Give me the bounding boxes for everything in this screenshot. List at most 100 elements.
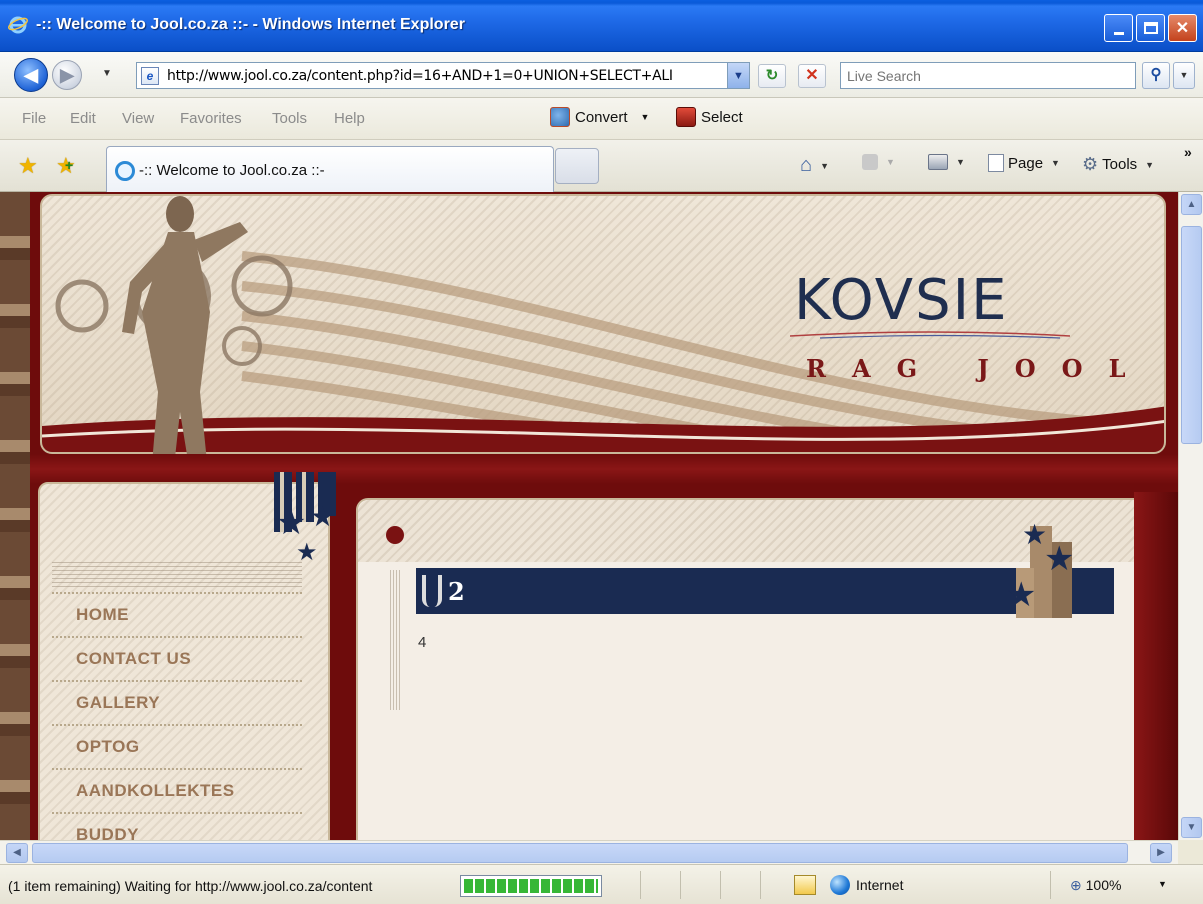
window-title: -:: Welcome to Jool.co.za ::- - Windows … bbox=[36, 16, 465, 33]
site-logo: KOVSIE bbox=[794, 268, 1009, 333]
page-menu-label: Page bbox=[1008, 154, 1044, 172]
zoom-dropdown-icon[interactable]: ▼ bbox=[1158, 879, 1167, 889]
tools-dropdown-icon: ▼ bbox=[1145, 159, 1155, 170]
menu-tools[interactable]: Tools bbox=[272, 110, 307, 127]
site-tagline: RAG JOOL bbox=[806, 354, 1152, 383]
menu-file[interactable]: File bbox=[22, 110, 46, 127]
address-bar[interactable]: e http://www.jool.co.za/content.php?id=1… bbox=[136, 62, 750, 89]
nav-item-buddy[interactable]: BUDDY bbox=[52, 812, 302, 840]
close-button[interactable]: ✕ bbox=[1168, 14, 1197, 42]
menu-bar: File Edit View Favorites Tools Help Conv… bbox=[0, 98, 1203, 140]
gear-icon: ⚙ bbox=[1082, 154, 1099, 174]
progress-fill bbox=[464, 879, 598, 893]
loading-progress-bar bbox=[460, 875, 602, 897]
maximize-button[interactable] bbox=[1136, 14, 1165, 42]
feeds-dropdown-icon: ▼ bbox=[886, 157, 895, 167]
protected-mode-icon[interactable] bbox=[794, 875, 816, 895]
status-divider bbox=[640, 871, 641, 899]
nav-item-gallery[interactable]: GALLERY bbox=[52, 680, 302, 724]
status-divider bbox=[760, 871, 761, 899]
search-box[interactable] bbox=[840, 62, 1136, 89]
tab-active[interactable]: -:: Welcome to Jool.co.za ::- bbox=[106, 146, 554, 192]
search-button[interactable]: ⚲ bbox=[1142, 62, 1170, 89]
more-commands-chevron-icon[interactable]: » bbox=[1184, 144, 1192, 160]
convert-dropdown-icon: ▼ bbox=[640, 112, 650, 122]
nav-item-home[interactable]: HOME bbox=[52, 592, 302, 636]
print-button[interactable]: ▼ bbox=[928, 154, 965, 170]
stop-button[interactable]: ✕ bbox=[798, 64, 826, 88]
menu-view[interactable]: View bbox=[122, 110, 154, 127]
page-viewport: KOVSIE RAG JOOL ★ ★ ★ HOME CONTACT US GA… bbox=[0, 192, 1178, 840]
add-to-favorites-button[interactable]: ★ + bbox=[56, 153, 76, 179]
nav-item-aandkollektes[interactable]: AANDKOLLEKTES bbox=[52, 768, 302, 812]
address-dropdown[interactable]: ▼ bbox=[727, 63, 749, 88]
address-url[interactable]: http://www.jool.co.za/content.php?id=16+… bbox=[167, 68, 723, 84]
home-icon: ⌂ bbox=[800, 154, 813, 176]
convert-label: Convert bbox=[575, 108, 628, 126]
title-bar: -:: Welcome to Jool.co.za ::- - Windows … bbox=[0, 0, 1203, 52]
search-input[interactable] bbox=[841, 63, 1135, 88]
curtain-decoration bbox=[1134, 492, 1178, 840]
forward-button[interactable]: ▶ bbox=[52, 60, 82, 90]
security-zone-label[interactable]: Internet bbox=[856, 877, 903, 893]
convert-icon bbox=[550, 107, 570, 127]
menu-favorites[interactable]: Favorites bbox=[180, 110, 242, 127]
select-label: Select bbox=[701, 108, 743, 126]
internet-zone-globe-icon bbox=[830, 875, 850, 895]
scroll-down-icon[interactable]: ▼ bbox=[1181, 817, 1202, 838]
feeds-button[interactable]: ▼ bbox=[862, 154, 895, 170]
select-icon bbox=[676, 107, 696, 127]
main-content-panel: 2 ★ ★ ★ 4 bbox=[356, 498, 1160, 840]
scroll-corner bbox=[1178, 840, 1203, 864]
loading-page-icon bbox=[115, 161, 135, 181]
bullet-dot-decoration bbox=[386, 526, 404, 544]
magnifier-icon: ⊕ bbox=[1070, 877, 1082, 893]
home-dropdown-icon: ▼ bbox=[820, 160, 830, 171]
jool-logo-icon bbox=[422, 575, 442, 607]
status-divider bbox=[720, 871, 721, 899]
forward-arrow-icon: ▶ bbox=[60, 64, 74, 85]
menu-edit[interactable]: Edit bbox=[70, 110, 96, 127]
page-dropdown-icon: ▼ bbox=[1051, 158, 1060, 168]
nav-menu: HOME CONTACT US GALLERY OPTOG AANDKOLLEK… bbox=[52, 592, 302, 840]
search-icon: ⚲ bbox=[1150, 66, 1162, 83]
vertical-scrollbar[interactable]: ▲ ▼ bbox=[1178, 192, 1203, 840]
new-tab-button[interactable] bbox=[555, 148, 599, 184]
scroll-left-icon[interactable]: ◀ bbox=[6, 843, 28, 863]
scroll-up-icon[interactable]: ▲ bbox=[1181, 194, 1202, 215]
favorites-center-button[interactable]: ★ bbox=[18, 153, 38, 179]
search-options-dropdown[interactable]: ▼ bbox=[1173, 62, 1195, 89]
fine-print-decoration bbox=[52, 562, 302, 588]
home-button[interactable]: ⌂ ▼ bbox=[800, 154, 829, 177]
horizontal-scrollbar[interactable]: ◀ ▶ bbox=[0, 840, 1178, 864]
vertical-scroll-thumb[interactable] bbox=[1181, 226, 1202, 444]
divider-band bbox=[30, 454, 1178, 484]
maximize-icon bbox=[1143, 22, 1158, 34]
minimize-button[interactable] bbox=[1104, 14, 1133, 42]
nav-item-contact-us[interactable]: CONTACT US bbox=[52, 636, 302, 680]
plus-icon: + bbox=[65, 157, 74, 173]
select-button[interactable]: Select bbox=[676, 107, 743, 127]
refresh-icon: ↻ bbox=[765, 67, 779, 84]
page-icon bbox=[988, 154, 1004, 172]
printer-icon bbox=[928, 154, 948, 170]
back-button[interactable]: ◀ bbox=[14, 58, 48, 92]
film-strip-decoration bbox=[0, 192, 30, 840]
tab-bar: ★ ★ + -:: Welcome to Jool.co.za ::- ⌂ ▼ ▼… bbox=[0, 140, 1203, 192]
logo-underline bbox=[790, 331, 1070, 339]
horizontal-scroll-thumb[interactable] bbox=[32, 843, 1128, 863]
nav-item-optog[interactable]: OPTOG bbox=[52, 724, 302, 768]
recent-pages-dropdown[interactable]: ▼ bbox=[102, 68, 112, 79]
scroll-right-icon[interactable]: ▶ bbox=[1150, 843, 1172, 863]
page-icon: e bbox=[141, 67, 159, 85]
refresh-button[interactable]: ↻ bbox=[758, 64, 786, 88]
rss-feed-icon bbox=[862, 154, 878, 170]
close-icon: ✕ bbox=[1175, 20, 1190, 37]
stop-icon: ✕ bbox=[805, 67, 819, 84]
svg-text:★: ★ bbox=[276, 503, 306, 543]
zoom-level-button[interactable]: ⊕ 100% bbox=[1070, 877, 1121, 894]
tools-menu-button[interactable]: ⚙ Tools ▼ bbox=[1082, 154, 1154, 175]
page-menu-button[interactable]: Page ▼ bbox=[988, 154, 1060, 172]
convert-button[interactable]: Convert ▼ bbox=[550, 107, 649, 127]
menu-help[interactable]: Help bbox=[334, 110, 365, 127]
